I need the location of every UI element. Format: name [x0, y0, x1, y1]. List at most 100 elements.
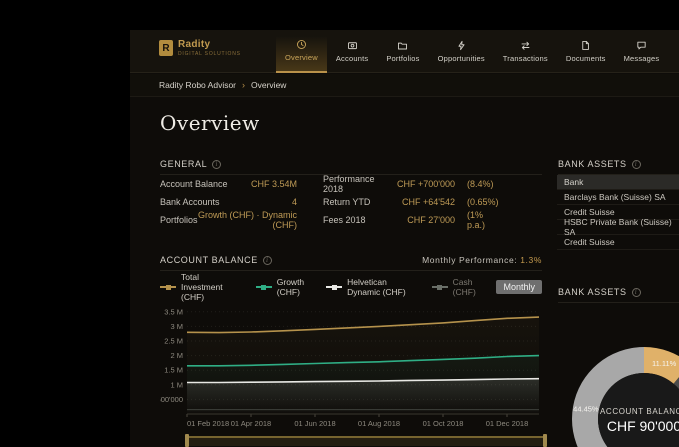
general-left-table: Account BalanceCHF 3.54MBank Accounts4Po…: [160, 175, 297, 229]
bank-list-item[interactable]: Credit Suisse: [557, 235, 679, 250]
legend-item-helvetican-dynamic-chf[interactable]: Helvetican Dynamic (CHF): [326, 277, 416, 297]
brand-tagline: DIGITAL SOLUTIONS: [178, 51, 241, 57]
svg-text:01 Jun 2018: 01 Jun 2018: [294, 419, 335, 428]
legend-item-total-investment-chf[interactable]: Total Investment (CHF): [160, 272, 240, 302]
period-monthly-button[interactable]: Monthly: [496, 280, 542, 294]
screenshot-stage: R Radity DIGITAL SOLUTIONS Overview Accou…: [0, 0, 679, 447]
donut-slice-label: 11.11%: [652, 359, 677, 368]
general-row: Bank Accounts4: [160, 193, 297, 211]
legend-label: Growth (CHF): [277, 277, 310, 297]
info-icon[interactable]: i: [212, 160, 221, 169]
monthly-performance-value: 1.3%: [520, 255, 542, 265]
general-right-table: Performance 2018CHF +700'000(8.4%)Return…: [323, 175, 503, 229]
brush-handle-left[interactable]: [185, 434, 189, 447]
breadcrumb-root[interactable]: Radity Robo Advisor: [159, 80, 236, 90]
tab-accounts[interactable]: Accounts: [327, 30, 377, 73]
account-balance-heading: ACCOUNT BALANCE: [160, 255, 258, 265]
bank-assets-list-section: BANK ASSETS i BankBarclays Bank (Suisse)…: [557, 159, 679, 250]
info-icon[interactable]: i: [632, 160, 641, 169]
tab-label: Documents: [566, 54, 606, 63]
svg-text:01 Feb 2018: 01 Feb 2018: [187, 419, 229, 428]
tab-transactions[interactable]: Transactions: [494, 30, 557, 73]
clock-icon: [296, 39, 307, 50]
bank-list-item[interactable]: Barclays Bank (Suisse) SA: [557, 190, 679, 205]
general-row: Return YTDCHF +64'542(0.65%): [323, 193, 503, 211]
monthly-performance-label: Monthly Performance:: [422, 255, 517, 265]
sidebar: BANK ASSETS i BankBarclays Bank (Suisse)…: [557, 97, 679, 447]
tab-label: Messages: [624, 54, 660, 63]
info-icon[interactable]: i: [632, 288, 641, 297]
tab-label: Portfolios: [386, 54, 419, 63]
legend-marker-icon: [326, 286, 342, 288]
row-value: 4: [292, 197, 297, 207]
row-value: CHF +64'542: [402, 197, 455, 207]
svg-text:01 Apr 2018: 01 Apr 2018: [231, 419, 271, 428]
tab-portfolios[interactable]: Portfolios: [377, 30, 428, 73]
chat-icon: [636, 40, 647, 51]
svg-text:3 M: 3 M: [170, 322, 183, 331]
svg-text:1.5 M: 1.5 M: [164, 366, 183, 375]
banknote-icon: [347, 40, 358, 51]
bank-list-item[interactable]: HSBC Private Bank (Suisse) SA: [557, 220, 679, 235]
nav-tabs: Overview Accounts Portfolios Opportunities T…: [276, 30, 668, 73]
donut-slice-label: 44.45%: [573, 404, 599, 413]
radity-logo-icon: R: [159, 40, 173, 56]
row-percent: (1% p.a.): [455, 210, 503, 230]
account-balance-header: ACCOUNT BALANCE i Monthly Performance: 1…: [160, 255, 542, 271]
tab-label: Accounts: [336, 54, 368, 63]
breadcrumb-current: Overview: [251, 80, 286, 90]
svg-text:01 Dec 2018: 01 Dec 2018: [486, 419, 529, 428]
row-label: Portfolios: [160, 215, 198, 225]
row-label: Fees 2018: [323, 215, 407, 225]
tab-label: Opportunities: [438, 54, 485, 63]
main-column: Overview GENERAL i Account BalanceCHF 3.…: [160, 97, 542, 446]
legend-marker-icon: [160, 286, 176, 288]
bank-assets-list-header: BANK ASSETS i: [558, 159, 679, 175]
legend-label: Total Investment (CHF): [181, 272, 240, 302]
tab-label: Transactions: [503, 54, 548, 63]
row-label: Return YTD: [323, 197, 402, 207]
bank-assets-chart-header: BANK ASSETS i: [558, 287, 679, 303]
bank-assets-heading: BANK ASSETS: [558, 159, 627, 169]
bank-list: BankBarclays Bank (Suisse) SA Credit Suis…: [557, 175, 679, 250]
svg-text:01 Aug 2018: 01 Aug 2018: [358, 419, 400, 428]
tab-documents[interactable]: Documents: [557, 30, 615, 73]
tab-opportunities[interactable]: Opportunities: [429, 30, 494, 73]
brand-logo[interactable]: R Radity DIGITAL SOLUTIONS: [159, 39, 241, 57]
chevron-right-icon: ›: [242, 80, 245, 90]
svg-text:1 M: 1 M: [170, 380, 183, 389]
flash-icon: [456, 40, 467, 51]
general-section: GENERAL i Account BalanceCHF 3.54MBank A…: [160, 159, 542, 229]
page-title: Overview: [160, 111, 542, 135]
svg-text:2 M: 2 M: [170, 351, 183, 360]
info-icon[interactable]: i: [263, 256, 272, 265]
row-value: Growth (CHF) · Dynamic (CHF): [198, 210, 297, 230]
general-row: Account BalanceCHF 3.54M: [160, 175, 297, 193]
general-row: PortfoliosGrowth (CHF) · Dynamic (CHF): [160, 211, 297, 229]
legend-marker-icon: [432, 286, 448, 288]
general-heading: GENERAL: [160, 159, 207, 169]
chart-range-brush[interactable]: [187, 436, 545, 446]
tab-overview[interactable]: Overview: [276, 30, 327, 73]
svg-text:500'000: 500'000: [160, 395, 183, 404]
monthly-performance: Monthly Performance: 1.3%: [422, 255, 542, 265]
svg-text:3.5 M: 3.5 M: [164, 307, 183, 316]
swap-icon: [520, 40, 531, 51]
tab-label: Overview: [285, 53, 318, 62]
row-percent: (0.65%): [455, 197, 503, 207]
donut-wrap: 11.11%22.22%22.22%44.45% ACCOUNT BALANCE…: [557, 303, 679, 447]
document-icon: [580, 40, 591, 51]
row-value: CHF +700'000: [397, 179, 455, 189]
svg-text:2.5 M: 2.5 M: [164, 337, 183, 346]
legend-items: Total Investment (CHF) Growth (CHF) Helvet…: [160, 272, 480, 302]
bank-list-header-row: Bank: [557, 175, 679, 190]
donut-center-label: ACCOUNT BALANCE: [600, 407, 679, 416]
legend-item-growth-chf[interactable]: Growth (CHF): [256, 277, 310, 297]
legend-item-cash-chf[interactable]: Cash (CHF): [432, 277, 481, 297]
brush-handle-right[interactable]: [543, 434, 547, 447]
brand-name: Radity: [178, 39, 241, 50]
app-window: R Radity DIGITAL SOLUTIONS Overview Accou…: [130, 30, 679, 447]
chart-legend: Total Investment (CHF)Growth (CHF)Helvet…: [160, 280, 542, 294]
legend-marker-icon: [256, 286, 272, 288]
tab-messages[interactable]: Messages: [615, 30, 669, 73]
